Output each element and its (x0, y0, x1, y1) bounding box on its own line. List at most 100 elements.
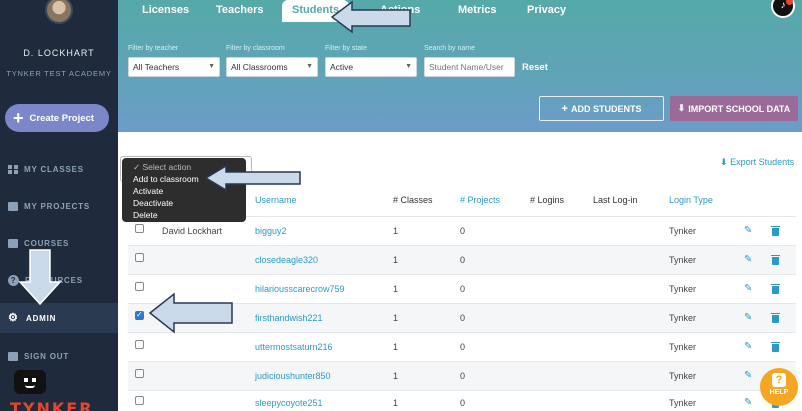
action-option-delete[interactable]: Delete (133, 209, 246, 221)
help-label: HELP (769, 389, 789, 396)
edit-icon[interactable]: ✎ (744, 283, 752, 294)
table-row: judicioushunter850 1 0 Tynker ✎ (128, 361, 796, 390)
reset-button[interactable]: Reset (522, 62, 548, 73)
header-username[interactable]: Username (255, 195, 297, 205)
row-checkbox[interactable] (135, 253, 144, 262)
annotation-arrow-menu (204, 165, 301, 191)
header-login-type[interactable]: Login Type (669, 195, 713, 205)
projects-count: 0 (460, 398, 466, 408)
header-projects[interactable]: # Projects (460, 195, 500, 205)
trash-icon[interactable] (771, 226, 780, 236)
username-link[interactable]: hilariousscarecrow759 (255, 284, 345, 294)
user-org: TYNKER TEST ACADEMY (6, 69, 112, 78)
annotation-arrow-checkbox (148, 292, 233, 334)
annotation-arrow-tabs (330, 0, 411, 34)
help-button[interactable]: ? HELP (760, 368, 798, 406)
gear-icon: ⚙ (8, 312, 19, 324)
filter-classroom-label: Filter by classroom (226, 45, 285, 52)
plus-icon: + (13, 108, 24, 128)
username-link[interactable]: sleepycoyote251 (255, 398, 323, 408)
filter-teacher-label: Filter by teacher (128, 45, 179, 52)
header: Licenses Teachers Students Actions Metri… (118, 0, 802, 132)
header-classes: # Classes (393, 195, 433, 205)
classes-count: 1 (393, 284, 399, 294)
create-project-button[interactable]: + Create Project (5, 104, 109, 132)
annotation-arrow-admin (18, 249, 62, 306)
username-link[interactable]: judicioushunter850 (255, 371, 331, 381)
state-select[interactable]: Active ▼ (325, 57, 417, 77)
teacher-select-value: All Teachers (133, 62, 180, 72)
courses-icon (8, 238, 18, 248)
login-type: Tynker (669, 398, 697, 408)
sidebar-item-sign-out[interactable]: SIGN OUT (0, 346, 118, 366)
teacher-select[interactable]: All Teachers ▼ (128, 57, 220, 77)
header-last-login: Last Log-in (593, 195, 638, 205)
username-link[interactable]: bigguy2 (255, 226, 287, 236)
download-icon: ⬇ (677, 103, 686, 113)
classes-count: 1 (393, 342, 399, 352)
classes-count: 1 (393, 313, 399, 323)
classes-count: 1 (393, 398, 399, 408)
tab-metrics[interactable]: Metrics (458, 0, 497, 22)
login-type: Tynker (669, 284, 697, 294)
sign-out-icon (8, 351, 18, 361)
trash-icon[interactable] (771, 284, 780, 294)
edit-icon[interactable]: ✎ (744, 312, 752, 323)
add-students-button[interactable]: + ADD STUDENTS (539, 96, 664, 121)
mascot-logo (14, 370, 46, 394)
projects-count: 0 (460, 226, 466, 236)
action-option-deactivate[interactable]: Deactivate (133, 197, 246, 209)
question-icon: ? (772, 373, 786, 387)
table-row: closedeagle320 1 0 Tynker ✎ (128, 245, 796, 274)
row-checkbox[interactable] (135, 310, 144, 320)
username-link[interactable]: firsthandwish221 (255, 313, 323, 323)
sidebar-item-label: SIGN OUT (24, 351, 70, 361)
row-checkbox[interactable] (135, 369, 144, 378)
table-row: uttermostsaturn216 1 0 Tynker ✎ (128, 332, 796, 361)
import-label: IMPORT SCHOOL DATA (688, 103, 791, 114)
avatar[interactable] (45, 0, 73, 24)
edit-icon[interactable]: ✎ (744, 341, 752, 352)
tab-privacy[interactable]: Privacy (527, 0, 566, 22)
sidebar-item-admin[interactable]: ⚙ ADMIN (0, 303, 118, 333)
grid-icon (8, 164, 18, 174)
row-checkbox[interactable] (135, 282, 144, 291)
sidebar-item-label: ADMIN (26, 313, 57, 323)
import-school-data-button[interactable]: ⬇ IMPORT SCHOOL DATA (670, 96, 798, 121)
edit-icon[interactable]: ✎ (744, 397, 752, 408)
trash-icon[interactable] (771, 342, 780, 352)
login-type: Tynker (669, 226, 697, 236)
tab-licenses[interactable]: Licenses (142, 0, 189, 22)
projects-count: 0 (460, 342, 466, 352)
row-checkbox[interactable] (135, 396, 144, 405)
username-link[interactable]: closedeagle320 (255, 255, 318, 265)
download-icon: ⬇ (720, 157, 728, 167)
sidebar-item-my-classes[interactable]: MY CLASSES (0, 159, 118, 179)
sidebar: D. LOCKHART TYNKER TEST ACADEMY + Create… (0, 0, 118, 411)
row-checkbox[interactable] (135, 340, 144, 349)
row-checkbox[interactable] (135, 224, 144, 233)
login-type: Tynker (669, 313, 697, 323)
user-name: D. LOCKHART (23, 48, 95, 58)
plus-icon: + (561, 102, 568, 115)
edit-icon[interactable]: ✎ (744, 254, 752, 265)
brand-logo: TYNKER (10, 399, 94, 411)
trash-icon[interactable] (771, 255, 780, 265)
export-students-link[interactable]: ⬇ Export Students (720, 157, 794, 168)
classroom-select[interactable]: All Classrooms ▼ (226, 57, 318, 77)
projects-count: 0 (460, 371, 466, 381)
trash-icon[interactable] (771, 313, 780, 323)
table-row: sleepycoyote251 1 0 Tynker ✎ (128, 390, 796, 411)
chevron-down-icon: ▼ (208, 63, 215, 70)
classes-count: 1 (393, 371, 399, 381)
chevron-down-icon: ▼ (306, 63, 313, 70)
edit-icon[interactable]: ✎ (744, 225, 752, 236)
edit-icon[interactable]: ✎ (744, 370, 752, 381)
username-link[interactable]: uttermostsaturn216 (255, 342, 333, 352)
chevron-down-icon: ▼ (405, 63, 412, 70)
search-input[interactable] (424, 57, 515, 77)
sidebar-item-label: MY PROJECTS (24, 201, 90, 211)
classes-count: 1 (393, 226, 399, 236)
tab-teachers[interactable]: Teachers (216, 0, 264, 22)
sidebar-item-my-projects[interactable]: MY PROJECTS (0, 196, 118, 216)
